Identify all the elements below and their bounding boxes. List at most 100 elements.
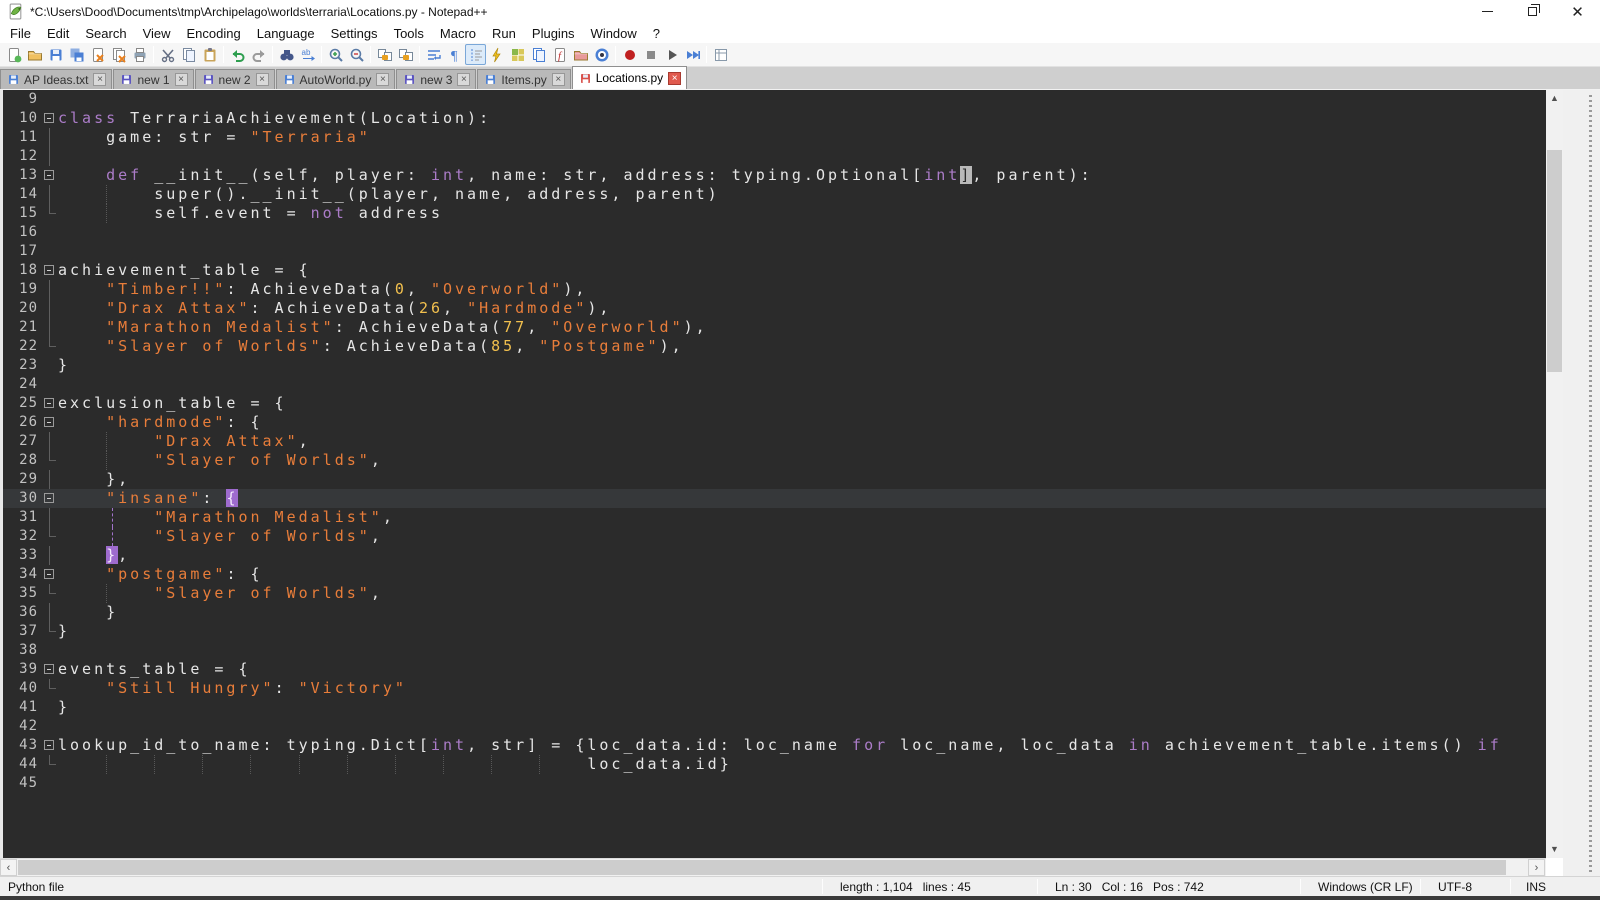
splitter-dots[interactable] xyxy=(1589,92,1592,872)
macro-record-icon[interactable] xyxy=(619,44,640,65)
menu-item-view[interactable]: View xyxy=(135,24,179,43)
close-document-icon[interactable] xyxy=(87,44,108,65)
code-line[interactable]: 20 "Drax Attax": AchieveData(26, "Hardmo… xyxy=(0,299,1546,318)
scroll-right-arrow-icon[interactable]: › xyxy=(1528,859,1545,876)
code-line[interactable]: 33 }, xyxy=(0,546,1546,565)
find-icon[interactable] xyxy=(276,44,297,65)
restore-button[interactable] xyxy=(1510,0,1555,23)
code-line[interactable]: 34 "postgame": { xyxy=(0,565,1546,584)
word-wrap-icon[interactable] xyxy=(423,44,444,65)
code-line[interactable]: 39events_table = { xyxy=(0,660,1546,679)
code-line[interactable]: 28 "Slayer of Worlds", xyxy=(0,451,1546,470)
code-editor[interactable]: 910class TerrariaAchievement(Location):1… xyxy=(0,90,1546,858)
code-line[interactable]: 9 xyxy=(0,90,1546,109)
code-line[interactable]: 16 xyxy=(0,223,1546,242)
new-document-icon[interactable] xyxy=(3,44,24,65)
close-button[interactable]: ✕ xyxy=(1555,0,1600,23)
fold-collapse-icon[interactable] xyxy=(44,493,54,503)
menu-item-run[interactable]: Run xyxy=(484,24,524,43)
fold-collapse-icon[interactable] xyxy=(44,417,54,427)
tab-new-1[interactable]: new 1× xyxy=(113,69,193,89)
open-file-icon[interactable] xyxy=(24,44,45,65)
print-icon[interactable] xyxy=(129,44,150,65)
menu-item-language[interactable]: Language xyxy=(249,24,323,43)
code-line[interactable]: 25exclusion_table = { xyxy=(0,394,1546,413)
customize-toolbar-icon[interactable] xyxy=(710,44,731,65)
code-line[interactable]: 13 def __init__(self, player: int, name:… xyxy=(0,166,1546,185)
fold-collapse-icon[interactable] xyxy=(44,170,54,180)
function-lightning-icon[interactable] xyxy=(486,44,507,65)
fold-collapse-icon[interactable] xyxy=(44,265,54,275)
save-icon[interactable] xyxy=(45,44,66,65)
tab-close-icon[interactable]: × xyxy=(457,73,470,86)
code-line[interactable]: 43lookup_id_to_name: typing.Dict[int, st… xyxy=(0,736,1546,755)
tab-new-2[interactable]: new 2× xyxy=(195,69,275,89)
tab-close-icon[interactable]: × xyxy=(175,73,188,86)
fold-collapse-icon[interactable] xyxy=(44,740,54,750)
code-line[interactable]: 40 "Still Hungry": "Victory" xyxy=(0,679,1546,698)
fold-collapse-icon[interactable] xyxy=(44,664,54,674)
zoom-in-icon[interactable] xyxy=(325,44,346,65)
tab-close-icon[interactable]: × xyxy=(93,73,106,86)
code-line[interactable]: 37} xyxy=(0,622,1546,641)
code-line[interactable]: 31 "Marathon Medalist", xyxy=(0,508,1546,527)
folder-as-workspace-icon[interactable] xyxy=(570,44,591,65)
menu-item-file[interactable]: File xyxy=(2,24,39,43)
tab-close-icon[interactable]: × xyxy=(668,72,681,85)
fold-collapse-icon[interactable] xyxy=(44,113,54,123)
menu-item-search[interactable]: Search xyxy=(77,24,134,43)
tab-close-icon[interactable]: × xyxy=(552,73,565,86)
code-line[interactable]: 36 } xyxy=(0,603,1546,622)
zoom-out-icon[interactable] xyxy=(346,44,367,65)
menu-item-encoding[interactable]: Encoding xyxy=(179,24,249,43)
cut-icon[interactable] xyxy=(157,44,178,65)
tab-close-icon[interactable]: × xyxy=(256,73,269,86)
code-line[interactable]: 32 "Slayer of Worlds", xyxy=(0,527,1546,546)
code-line[interactable]: 11 game: str = "Terraria" xyxy=(0,128,1546,147)
code-line[interactable]: 15 self.event = not address xyxy=(0,204,1546,223)
redo-icon[interactable] xyxy=(248,44,269,65)
code-line[interactable]: 24 xyxy=(0,375,1546,394)
tab-items-py[interactable]: Items.py× xyxy=(477,69,570,89)
code-line[interactable]: 18achievement_table = { xyxy=(0,261,1546,280)
code-line[interactable]: 17 xyxy=(0,242,1546,261)
code-line[interactable]: 19 "Timber!!": AchieveData(0, "Overworld… xyxy=(0,280,1546,299)
save-all-icon[interactable] xyxy=(66,44,87,65)
code-line[interactable]: 23} xyxy=(0,356,1546,375)
menu-item-edit[interactable]: Edit xyxy=(39,24,77,43)
tab-ap-ideas-txt[interactable]: AP Ideas.txt× xyxy=(0,69,112,89)
menu-item-tools[interactable]: Tools xyxy=(386,24,432,43)
paste-icon[interactable] xyxy=(199,44,220,65)
replace-icon[interactable]: ab xyxy=(297,44,318,65)
scroll-down-arrow-icon[interactable]: ▼ xyxy=(1546,841,1563,858)
menu-item-window[interactable]: Window xyxy=(583,24,645,43)
menu-item-[interactable]: ? xyxy=(645,24,668,43)
code-line[interactable]: 42 xyxy=(0,717,1546,736)
tab-new-3[interactable]: new 3× xyxy=(396,69,476,89)
sync-horizontal-icon[interactable] xyxy=(395,44,416,65)
vertical-scrollbar-thumb[interactable] xyxy=(1547,150,1562,372)
code-line[interactable]: 12 xyxy=(0,147,1546,166)
menu-item-settings[interactable]: Settings xyxy=(323,24,386,43)
monitoring-icon[interactable] xyxy=(591,44,612,65)
scroll-up-arrow-icon[interactable]: ▲ xyxy=(1546,90,1563,107)
copy-icon[interactable] xyxy=(178,44,199,65)
function-list-icon[interactable]: f xyxy=(549,44,570,65)
code-line-current[interactable]: 30 "insane": { xyxy=(0,489,1546,508)
show-all-characters-icon[interactable]: ¶ xyxy=(444,44,465,65)
indent-guide-icon[interactable] xyxy=(465,44,486,65)
macro-stop-icon[interactable] xyxy=(640,44,661,65)
minimize-button[interactable] xyxy=(1465,0,1510,23)
code-line[interactable]: 45 xyxy=(0,774,1546,793)
code-line[interactable]: 21 "Marathon Medalist": AchieveData(77, … xyxy=(0,318,1546,337)
code-line[interactable]: 10class TerrariaAchievement(Location): xyxy=(0,109,1546,128)
tab-autoworld-py[interactable]: AutoWorld.py× xyxy=(276,69,396,89)
fold-collapse-icon[interactable] xyxy=(44,398,54,408)
code-line[interactable]: 27 "Drax Attax", xyxy=(0,432,1546,451)
code-line[interactable]: 35 "Slayer of Worlds", xyxy=(0,584,1546,603)
code-line[interactable]: 26 "hardmode": { xyxy=(0,413,1546,432)
scroll-left-arrow-icon[interactable]: ‹ xyxy=(0,859,17,876)
code-line[interactable]: 14 super().__init__(player, name, addres… xyxy=(0,185,1546,204)
code-line[interactable]: 41} xyxy=(0,698,1546,717)
code-line[interactable]: 38 xyxy=(0,641,1546,660)
